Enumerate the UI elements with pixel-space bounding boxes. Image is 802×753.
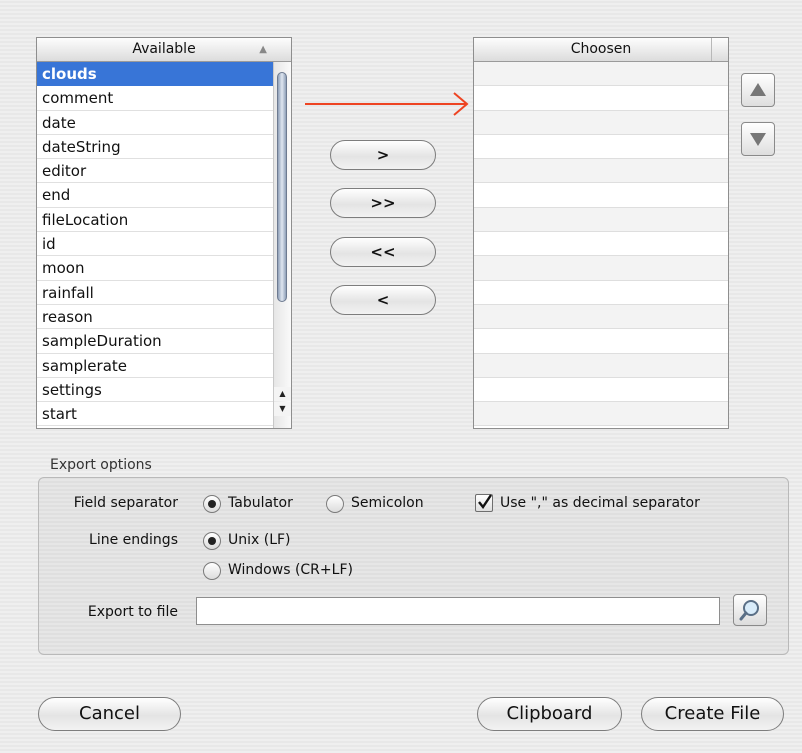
remove-all-button[interactable]: << — [330, 237, 436, 267]
field-separator-label: Field separator — [73, 495, 178, 511]
clipboard-button[interactable]: Clipboard — [477, 697, 622, 731]
available-list[interactable]: Available ▲ clouds comment date dateString e… — [36, 37, 292, 429]
available-item[interactable]: date — [37, 111, 273, 135]
available-item[interactable]: id — [37, 232, 273, 257]
chosen-empty-row[interactable] — [474, 378, 728, 403]
available-item[interactable]: dateString — [37, 135, 273, 160]
radio-tabulator-label[interactable]: Tabulator — [228, 495, 293, 511]
browse-button[interactable] — [733, 594, 767, 626]
radio-semicolon[interactable] — [326, 495, 344, 513]
radio-semicolon-label[interactable]: Semicolon — [351, 495, 424, 511]
chosen-header-label: Choosen — [570, 41, 632, 57]
sort-ascending-icon: ▲ — [259, 44, 267, 55]
chosen-empty-row[interactable] — [474, 353, 728, 378]
chosen-empty-row[interactable] — [474, 256, 728, 281]
scroll-down-arrow-icon[interactable]: ▼ — [274, 402, 291, 416]
available-scrollbar[interactable]: ▲ ▼ — [273, 62, 291, 428]
add-all-button[interactable]: >> — [330, 188, 436, 218]
export-file-label: Export to file — [87, 604, 178, 620]
chosen-empty-row[interactable] — [474, 402, 728, 427]
available-item[interactable]: samplerate — [37, 354, 273, 378]
move-down-button[interactable] — [741, 122, 775, 156]
available-item[interactable]: comment — [37, 86, 273, 111]
scroll-thumb[interactable] — [277, 72, 287, 302]
available-item[interactable]: reason — [37, 305, 273, 330]
chosen-list[interactable]: Choosen — [473, 37, 729, 429]
chosen-empty-row[interactable] — [474, 329, 728, 354]
scroll-up-arrow-icon[interactable]: ▲ — [274, 387, 291, 401]
chosen-empty-row[interactable] — [474, 110, 728, 135]
chosen-empty-row[interactable] — [474, 207, 728, 233]
decimal-separator-checkbox[interactable] — [475, 494, 493, 512]
available-item[interactable]: fileLocation — [37, 208, 273, 233]
arrow-right-icon — [305, 92, 469, 116]
available-header[interactable]: Available ▲ — [37, 38, 291, 62]
available-item[interactable]: settings — [37, 378, 273, 403]
add-button[interactable]: > — [330, 140, 436, 170]
remove-button[interactable]: < — [330, 285, 436, 315]
magnifier-icon — [739, 600, 759, 621]
chosen-empty-row[interactable] — [474, 86, 728, 111]
column-divider — [711, 38, 712, 61]
chosen-empty-row[interactable] — [474, 281, 728, 305]
radio-windows[interactable] — [203, 562, 221, 580]
move-up-button[interactable] — [741, 73, 775, 107]
radio-tabulator[interactable] — [203, 495, 221, 513]
available-item[interactable]: sampleDuration — [37, 329, 273, 354]
available-rows: clouds comment date dateString editor end file… — [37, 62, 291, 427]
available-item[interactable]: end — [37, 183, 273, 208]
chosen-empty-row[interactable] — [474, 183, 728, 208]
triangle-up-icon — [750, 83, 766, 96]
radio-windows-label[interactable]: Windows (CR+LF) — [228, 562, 353, 578]
chosen-empty-row[interactable] — [474, 62, 728, 87]
chosen-empty-row[interactable] — [474, 135, 728, 160]
cancel-button[interactable]: Cancel — [38, 697, 181, 731]
available-header-label: Available — [132, 41, 196, 57]
radio-unix[interactable] — [203, 532, 221, 550]
available-item[interactable]: rainfall — [37, 281, 273, 305]
chosen-empty-row[interactable] — [474, 159, 728, 184]
available-item[interactable]: start — [37, 402, 273, 427]
chosen-empty-row[interactable] — [474, 304, 728, 330]
export-file-input[interactable] — [196, 597, 720, 625]
line-endings-label: Line endings — [89, 532, 178, 548]
checkmark-icon — [478, 494, 492, 510]
triangle-down-icon — [750, 133, 766, 146]
create-file-button[interactable]: Create File — [641, 697, 784, 731]
available-item[interactable]: clouds — [37, 62, 273, 87]
chosen-rows — [474, 62, 728, 427]
decimal-separator-label[interactable]: Use "," as decimal separator — [500, 495, 700, 511]
export-options-label: Export options — [50, 457, 152, 473]
available-item[interactable]: moon — [37, 256, 273, 281]
chosen-header[interactable]: Choosen — [474, 38, 728, 62]
chosen-empty-row[interactable] — [474, 232, 728, 257]
radio-unix-label[interactable]: Unix (LF) — [228, 532, 291, 548]
available-item[interactable]: editor — [37, 159, 273, 184]
